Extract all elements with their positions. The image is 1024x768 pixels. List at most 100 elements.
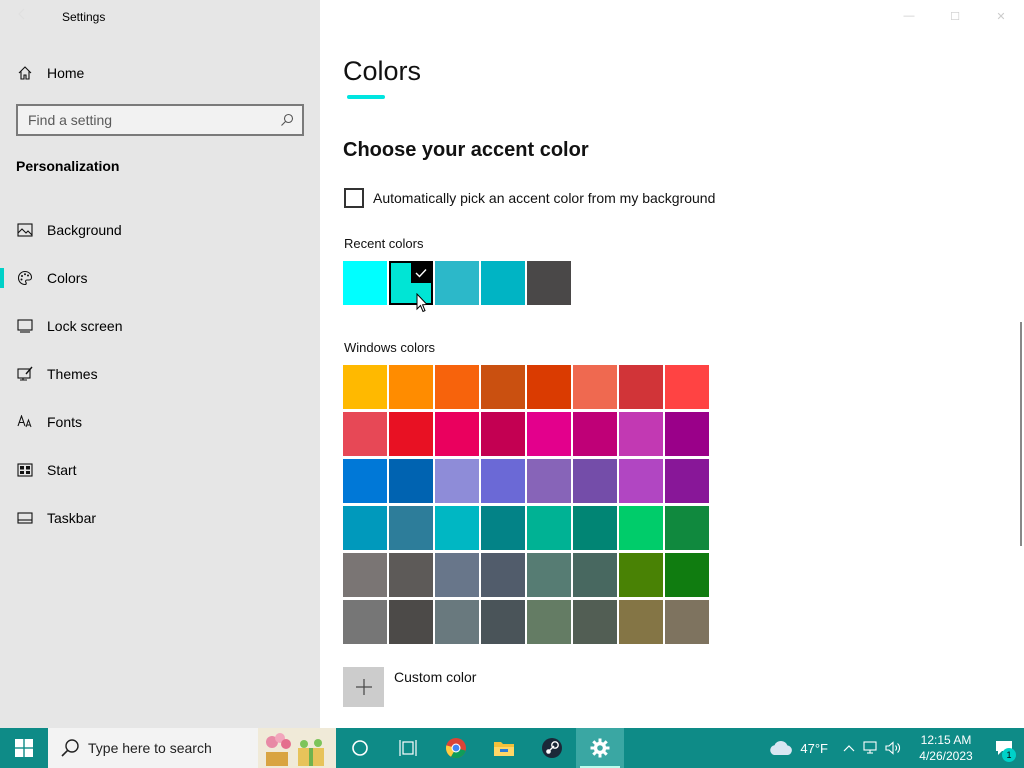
steam-button[interactable] bbox=[528, 728, 576, 768]
windows-color-swatch[interactable] bbox=[619, 412, 663, 456]
home-link[interactable]: Home bbox=[16, 62, 84, 84]
home-label: Home bbox=[47, 65, 85, 81]
windows-color-swatch[interactable] bbox=[343, 365, 387, 409]
search-highlight-flowers-icon bbox=[258, 728, 336, 768]
windows-color-swatch[interactable] bbox=[389, 365, 433, 409]
show-hidden-icons-chevron-up-icon[interactable] bbox=[838, 728, 860, 768]
windows-color-swatch[interactable] bbox=[481, 412, 525, 456]
start-icon bbox=[16, 461, 34, 479]
sidebar-item-themes[interactable]: Themes bbox=[0, 350, 320, 398]
sidebar-item-fonts[interactable]: Fonts bbox=[0, 398, 320, 446]
clock[interactable]: 12:15 AM 4/26/2023 bbox=[908, 732, 984, 764]
windows-color-swatch[interactable] bbox=[619, 459, 663, 503]
windows-color-swatch[interactable] bbox=[435, 553, 479, 597]
windows-color-swatch[interactable] bbox=[481, 459, 525, 503]
windows-color-swatch[interactable] bbox=[527, 600, 571, 644]
auto-pick-accent-option[interactable]: Automatically pick an accent color from … bbox=[344, 187, 715, 209]
sidebar-item-background[interactable]: Background bbox=[0, 206, 320, 254]
windows-color-swatch[interactable] bbox=[619, 506, 663, 550]
search-icon bbox=[60, 738, 80, 758]
windows-color-swatch[interactable] bbox=[389, 459, 433, 503]
task-view-button[interactable] bbox=[384, 728, 432, 768]
windows-color-swatch[interactable] bbox=[343, 412, 387, 456]
windows-color-swatch[interactable] bbox=[343, 553, 387, 597]
windows-color-swatch[interactable] bbox=[573, 506, 617, 550]
recent-colors-label: Recent colors bbox=[344, 236, 424, 251]
windows-color-swatch[interactable] bbox=[619, 553, 663, 597]
windows-color-swatch[interactable] bbox=[435, 506, 479, 550]
windows-color-swatch[interactable] bbox=[481, 365, 525, 409]
network-icon[interactable] bbox=[860, 728, 882, 768]
sidebar-item-lock-screen[interactable]: Lock screen bbox=[0, 302, 320, 350]
recent-color-swatch[interactable] bbox=[481, 261, 525, 305]
steam-icon bbox=[542, 738, 562, 758]
close-button[interactable]: ✕ bbox=[978, 0, 1024, 32]
windows-color-swatch[interactable] bbox=[481, 553, 525, 597]
volume-icon[interactable] bbox=[882, 728, 904, 768]
recent-color-swatch[interactable] bbox=[527, 261, 571, 305]
sidebar-item-colors[interactable]: Colors bbox=[0, 254, 320, 302]
cortana-button[interactable] bbox=[336, 728, 384, 768]
windows-color-swatch[interactable] bbox=[573, 412, 617, 456]
maximize-button[interactable]: ☐ bbox=[932, 0, 978, 32]
back-arrow-icon[interactable] bbox=[14, 6, 38, 26]
windows-color-swatch[interactable] bbox=[435, 412, 479, 456]
windows-color-swatch[interactable] bbox=[343, 506, 387, 550]
recent-color-swatch[interactable] bbox=[435, 261, 479, 305]
clock-date: 4/26/2023 bbox=[919, 749, 973, 763]
auto-pick-checkbox[interactable] bbox=[344, 188, 364, 208]
windows-color-swatch[interactable] bbox=[527, 365, 571, 409]
find-setting-input[interactable] bbox=[28, 112, 268, 128]
palette-icon bbox=[16, 269, 34, 287]
plus-icon bbox=[343, 667, 384, 707]
sidebar-item-label: Lock screen bbox=[47, 318, 123, 334]
windows-color-swatch[interactable] bbox=[481, 506, 525, 550]
windows-color-swatch[interactable] bbox=[527, 553, 571, 597]
settings-button[interactable] bbox=[576, 728, 624, 768]
windows-color-swatch[interactable] bbox=[481, 600, 525, 644]
windows-color-swatch[interactable] bbox=[665, 365, 709, 409]
windows-color-swatch[interactable] bbox=[573, 365, 617, 409]
windows-color-swatch[interactable] bbox=[573, 459, 617, 503]
chrome-button[interactable] bbox=[432, 728, 480, 768]
minimize-button[interactable]: — bbox=[886, 0, 932, 32]
windows-color-swatch[interactable] bbox=[435, 600, 479, 644]
windows-color-swatch[interactable] bbox=[573, 553, 617, 597]
windows-color-swatch[interactable] bbox=[527, 412, 571, 456]
scrollbar[interactable] bbox=[1020, 322, 1022, 546]
windows-color-swatch[interactable] bbox=[573, 600, 617, 644]
windows-color-swatch[interactable] bbox=[389, 553, 433, 597]
sidebar-item-taskbar[interactable]: Taskbar bbox=[0, 494, 320, 542]
windows-color-swatch[interactable] bbox=[389, 506, 433, 550]
taskbar-search-box[interactable]: Type here to search bbox=[48, 728, 336, 768]
custom-color-button[interactable]: Custom color bbox=[343, 667, 476, 707]
start-button[interactable] bbox=[0, 728, 48, 768]
windows-color-swatch[interactable] bbox=[665, 412, 709, 456]
app-title: Settings bbox=[62, 10, 106, 24]
windows-color-swatch[interactable] bbox=[435, 365, 479, 409]
windows-color-swatch[interactable] bbox=[665, 506, 709, 550]
windows-color-swatch[interactable] bbox=[665, 459, 709, 503]
windows-color-swatch[interactable] bbox=[343, 600, 387, 644]
sidebar-item-label: Taskbar bbox=[47, 510, 97, 526]
find-setting-search[interactable] bbox=[16, 104, 304, 136]
windows-color-swatch[interactable] bbox=[389, 600, 433, 644]
recent-color-swatch[interactable] bbox=[343, 261, 387, 305]
file-explorer-button[interactable] bbox=[480, 728, 528, 768]
windows-color-swatch[interactable] bbox=[665, 600, 709, 644]
fonts-icon bbox=[16, 413, 34, 431]
windows-color-swatch[interactable] bbox=[619, 365, 663, 409]
system-tray: 47°F 12:15 AM 4/26/2023 1 bbox=[768, 728, 1024, 768]
sidebar-item-start[interactable]: Start bbox=[0, 446, 320, 494]
windows-color-swatch[interactable] bbox=[343, 459, 387, 503]
windows-color-swatch[interactable] bbox=[435, 459, 479, 503]
page-title: Colors bbox=[343, 56, 422, 86]
windows-color-swatch[interactable] bbox=[527, 459, 571, 503]
windows-color-swatch[interactable] bbox=[527, 506, 571, 550]
action-center-button[interactable]: 1 bbox=[984, 728, 1024, 768]
windows-color-swatch[interactable] bbox=[389, 412, 433, 456]
windows-color-swatch[interactable] bbox=[665, 553, 709, 597]
weather-widget[interactable]: 47°F bbox=[768, 739, 828, 757]
windows-color-swatch[interactable] bbox=[619, 600, 663, 644]
task-view-icon bbox=[399, 740, 417, 756]
